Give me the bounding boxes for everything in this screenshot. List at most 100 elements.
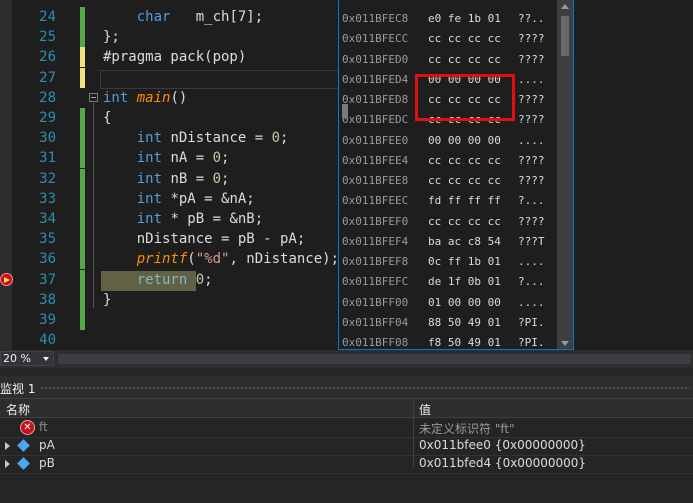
memory-address: 0x011BFEE4 <box>342 154 409 167</box>
code-text[interactable]: { <box>103 108 111 128</box>
memory-ascii: ???? <box>518 215 545 228</box>
memory-ascii: ???T <box>518 235 545 248</box>
instruction-pointer-arrow-icon <box>4 277 10 283</box>
horizontal-scrollbar[interactable] <box>58 354 691 364</box>
token: nDistance = pB - pA; <box>103 231 306 247</box>
memory-address: 0x011BFF00 <box>342 296 409 309</box>
token: } <box>103 292 112 308</box>
memory-ascii: ???? <box>518 32 545 45</box>
change-tracking-bar <box>80 189 85 209</box>
code-text[interactable]: int nB = 0; <box>103 169 230 189</box>
token-num: 0 <box>212 171 222 187</box>
column-header-value[interactable]: 值 <box>419 401 431 418</box>
code-text[interactable]: int main() <box>103 88 187 108</box>
memory-address: 0x011BFEC8 <box>342 12 409 25</box>
memory-address: 0x011BFEEC <box>342 194 409 207</box>
memory-ascii: ???? <box>518 174 545 187</box>
code-text[interactable]: int nA = 0; <box>103 148 230 168</box>
token: ; <box>204 272 213 288</box>
zoom-dropdown[interactable]: 20 % <box>0 351 54 366</box>
memory-address: 0x011BFF04 <box>342 316 409 329</box>
collapse-outline-icon[interactable] <box>89 93 98 102</box>
change-tracking-bar <box>80 310 85 330</box>
code-text[interactable]: } <box>103 290 111 310</box>
title-grip <box>40 386 690 390</box>
token-fn: main <box>136 90 171 106</box>
line-number: 37 <box>39 272 56 288</box>
watch-value[interactable]: 未定义标识符 "ft" <box>419 420 515 437</box>
watch-name[interactable]: ft <box>39 420 48 434</box>
token-kw: int <box>136 150 163 166</box>
watch-title-bar[interactable]: 监视 1 <box>0 376 693 398</box>
error-icon: ✕ <box>20 420 35 435</box>
watch-row[interactable]: pA 0x011bfee0 {0x00000000} <box>0 437 693 455</box>
line-number: 35 <box>39 231 56 247</box>
scroll-down-arrow-icon[interactable] <box>561 341 569 346</box>
watch-name[interactable]: pA <box>39 438 55 452</box>
memory-bytes: de 1f 0b 01 <box>428 275 501 288</box>
current-line-indicator <box>100 70 340 89</box>
outline-guide <box>93 103 94 308</box>
watch-window[interactable]: 监视 1 名称 值 ✕ ft 未定义标识符 "ft" pA 0x011bfee0 {0x… <box>0 368 693 503</box>
code-text[interactable]: char m_ch[7]; <box>103 7 263 27</box>
editor-status-bar: 20 % <box>0 350 693 368</box>
change-tracking-bar <box>80 209 85 229</box>
change-tracking-bar <box>80 229 85 249</box>
code-text[interactable]: int *pA = &nA; <box>103 189 255 209</box>
memory-bytes: 01 00 00 00 <box>428 296 501 309</box>
expand-arrow-icon[interactable] <box>5 442 10 450</box>
code-text[interactable]: printf("%d", nDistance); <box>103 249 339 269</box>
variable-icon <box>17 439 30 452</box>
memory-bytes: 0c ff 1b 01 <box>428 255 501 268</box>
column-header-name[interactable]: 名称 <box>6 401 30 418</box>
memory-ascii: .... <box>518 296 545 309</box>
memory-bytes: fd ff ff ff <box>428 194 501 207</box>
memory-ascii: ???? <box>518 53 545 66</box>
expand-arrow-icon[interactable] <box>5 460 10 468</box>
watch-value[interactable]: 0x011bfee0 {0x00000000} <box>419 438 586 452</box>
watch-row[interactable]: ✕ ft 未定义标识符 "ft" <box>0 419 693 437</box>
line-number: 30 <box>39 130 56 146</box>
token: ; <box>221 171 230 187</box>
memory-address: 0x011BFEF8 <box>342 255 409 268</box>
memory-bytes: cc cc cc cc <box>428 32 501 45</box>
line-number: 26 <box>39 49 56 65</box>
memory-scrollbar[interactable] <box>557 0 573 349</box>
token-str: "%d" <box>195 251 230 267</box>
token-kw: int <box>136 130 163 146</box>
memory-address: 0x011BFEE8 <box>342 174 409 187</box>
code-text[interactable]: int * pB = &nB; <box>103 209 263 229</box>
memory-address: 0x011BFEF4 <box>342 235 409 248</box>
line-number: 24 <box>39 9 56 25</box>
token-num: 0 <box>271 130 281 146</box>
token: * pB = &nB; <box>162 211 264 227</box>
token-num: 0 <box>212 150 222 166</box>
change-tracking-bar <box>80 270 85 290</box>
watch-value[interactable]: 0x011bfed4 {0x00000000} <box>419 456 586 470</box>
memory-ascii: ??.. <box>518 12 545 25</box>
memory-ascii: ???? <box>518 93 545 106</box>
watch-row[interactable]: pB 0x011bfed4 {0x00000000} <box>0 455 693 473</box>
memory-window[interactable]: 0x011BFEC8 e0 fe 1b 01??.. 0x011BFECC cc cc… <box>338 0 574 350</box>
scroll-up-arrow-icon[interactable] <box>561 4 569 9</box>
watch-name[interactable]: pB <box>39 456 55 470</box>
line-number: 29 <box>39 110 56 126</box>
code-text[interactable]: nDistance = pB - pA; <box>103 229 306 249</box>
code-text[interactable]: #pragma pack(pop) <box>103 47 246 67</box>
memory-bytes: 88 50 49 01 <box>428 316 501 329</box>
row-divider <box>0 473 693 474</box>
breakpoint-current-icon[interactable] <box>0 273 13 286</box>
change-tracking-bar <box>80 290 85 310</box>
token: ( <box>187 251 196 267</box>
memory-ascii: ?PI. <box>518 316 545 329</box>
scrollbar-thumb[interactable] <box>561 16 569 56</box>
token-kw: int <box>136 191 163 207</box>
code-text[interactable]: int nDistance = 0; <box>103 128 289 148</box>
code-text[interactable]: }; <box>103 27 120 47</box>
memory-bytes: 00 00 00 00 <box>428 134 501 147</box>
line-number: 36 <box>39 251 56 267</box>
